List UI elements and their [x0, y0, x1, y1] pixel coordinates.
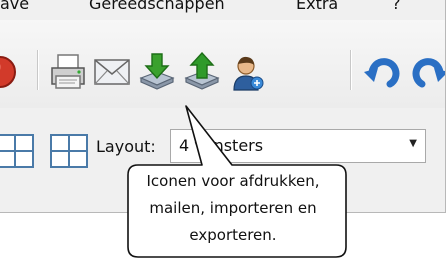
tooltip-line: exporteren.	[189, 226, 277, 244]
layout-2x2-icon[interactable]	[0, 134, 34, 168]
layout-select[interactable]: 4 vensters ▼	[170, 129, 426, 163]
record-icon[interactable]	[0, 52, 20, 92]
menu-item-save[interactable]: ave	[0, 0, 29, 13]
redo-icon[interactable]	[410, 52, 446, 92]
menu-item-tools[interactable]: Gereedschappen	[89, 0, 225, 13]
export-icon[interactable]	[182, 51, 222, 92]
chevron-down-icon[interactable]: ▼	[409, 138, 417, 149]
tooltip-text: Iconen voor afdrukken, mailen, importere…	[128, 168, 338, 249]
toolbar-separator	[37, 50, 39, 90]
tooltip-line: Iconen voor afdrukken,	[146, 172, 320, 190]
layout-label: Layout:	[96, 137, 156, 156]
menu-item-extra[interactable]: Extra	[296, 0, 338, 13]
menubar: ave Gereedschappen Extra ?	[0, 0, 446, 21]
layout-4-icon[interactable]	[50, 134, 88, 168]
printer-icon[interactable]	[48, 52, 88, 92]
toolbar-separator	[350, 50, 352, 90]
import-icon[interactable]	[137, 52, 177, 92]
layout-select-value: 4 vensters	[179, 136, 264, 155]
tooltip-line: mailen, importeren en	[149, 199, 317, 217]
undo-icon[interactable]	[362, 52, 402, 92]
user-icon[interactable]	[226, 52, 266, 92]
menu-item-help[interactable]: ?	[392, 0, 401, 13]
mail-icon[interactable]	[92, 52, 132, 92]
